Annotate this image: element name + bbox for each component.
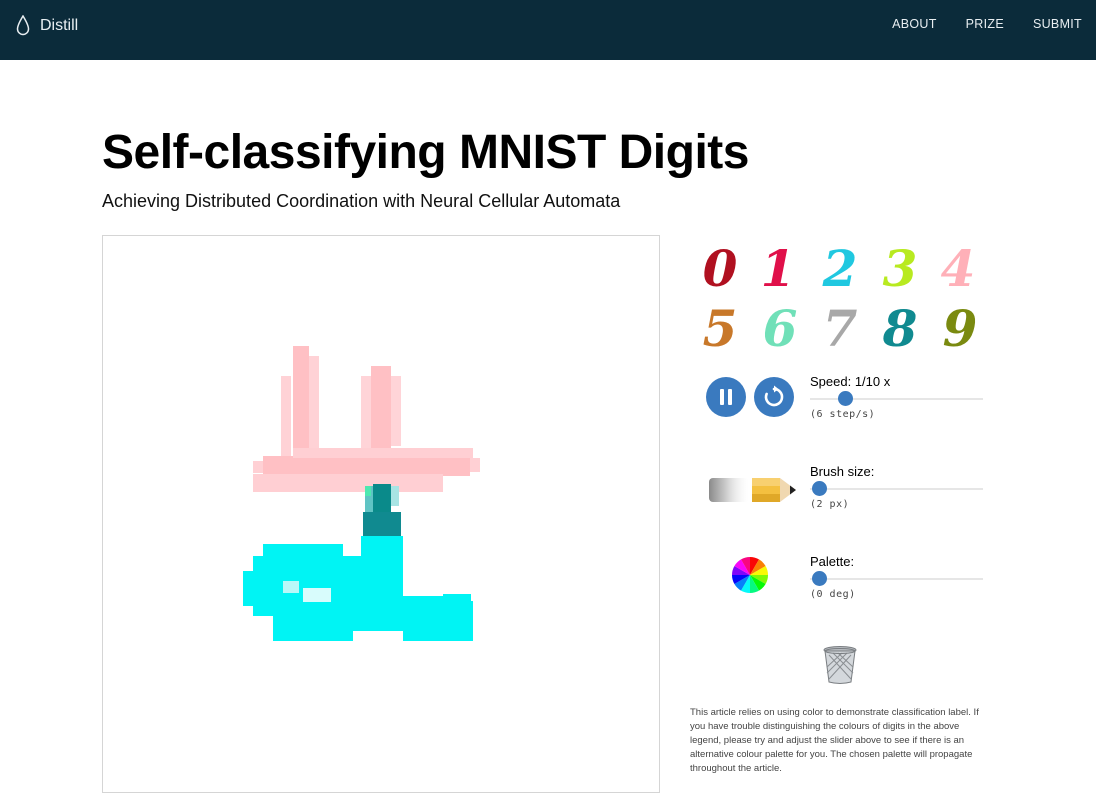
page-subtitle: Achieving Distributed Coordination with … bbox=[102, 191, 621, 211]
pencil-icon bbox=[709, 478, 796, 502]
legend-digit-5: 5 bbox=[703, 299, 738, 356]
legend-digit-2: 2 bbox=[822, 239, 858, 298]
legend-digits-svg: 0 1 2 3 4 5 6 7 8 9 bbox=[703, 239, 978, 356]
palette-button[interactable] bbox=[731, 556, 769, 599]
digit-color-legend: 0 1 2 3 4 5 6 7 8 9 bbox=[692, 238, 992, 356]
speed-control: Speed: 1/10 x (6 step/s) bbox=[810, 374, 983, 420]
legend-digit-6: 6 bbox=[763, 299, 798, 356]
legend-digit-8: 8 bbox=[882, 299, 918, 356]
palette-slider[interactable] bbox=[810, 571, 983, 586]
brush-label: Brush size: bbox=[810, 464, 875, 479]
top-navbar: Distill ABOUT PRIZE SUBMIT bbox=[0, 0, 1096, 60]
nav-links: ABOUT PRIZE SUBMIT bbox=[863, 17, 1082, 31]
ca-grid-drawing bbox=[243, 346, 480, 641]
brush-slider-thumb[interactable] bbox=[811, 481, 827, 496]
ca-canvas[interactable] bbox=[102, 235, 660, 793]
color-accessibility-note: This article relies on using color to de… bbox=[690, 707, 979, 774]
speed-label: Speed: 1/10 x bbox=[810, 374, 891, 389]
legend-digit-1: 1 bbox=[761, 239, 796, 298]
page-title: Self-classifying MNIST Digits bbox=[102, 126, 749, 179]
droplet-icon bbox=[16, 15, 30, 36]
speed-slider-thumb[interactable] bbox=[837, 391, 853, 406]
legend-digit-7: 7 bbox=[823, 299, 858, 356]
legend-digit-3: 3 bbox=[883, 239, 918, 298]
brand-name: Distill bbox=[40, 17, 79, 34]
brush-control: Brush size: (2 px) bbox=[810, 464, 983, 510]
brush-value: (2 px) bbox=[810, 499, 850, 510]
color-wheel-icon bbox=[732, 557, 768, 593]
palette-value: (0 deg) bbox=[810, 589, 856, 600]
legend-digit-4: 4 bbox=[941, 239, 976, 298]
trash-icon bbox=[823, 646, 857, 684]
pause-button[interactable] bbox=[706, 377, 746, 417]
speed-slider-rail bbox=[810, 398, 983, 400]
pause-icon bbox=[720, 389, 732, 405]
brush-slider[interactable] bbox=[810, 481, 983, 496]
palette-label: Palette: bbox=[810, 554, 855, 569]
palette-slider-rail bbox=[810, 578, 983, 580]
palette-control: Palette: (0 deg) bbox=[810, 554, 983, 600]
reset-button[interactable] bbox=[754, 377, 794, 417]
nav-prize-link[interactable]: PRIZE bbox=[966, 17, 1004, 31]
reset-icon bbox=[764, 385, 784, 407]
brush-button[interactable] bbox=[708, 474, 800, 511]
nav-submit-link[interactable]: SUBMIT bbox=[1033, 17, 1082, 31]
speed-value: (6 step/s) bbox=[810, 409, 876, 420]
legend-digit-0: 0 bbox=[703, 239, 738, 298]
palette-slider-thumb[interactable] bbox=[811, 571, 827, 586]
speed-slider[interactable] bbox=[810, 391, 983, 406]
brush-slider-rail bbox=[810, 488, 983, 490]
nav-about-link[interactable]: ABOUT bbox=[892, 17, 937, 31]
clear-button[interactable] bbox=[822, 645, 858, 690]
legend-digit-9: 9 bbox=[943, 299, 978, 356]
brand-link[interactable]: Distill bbox=[16, 15, 78, 37]
